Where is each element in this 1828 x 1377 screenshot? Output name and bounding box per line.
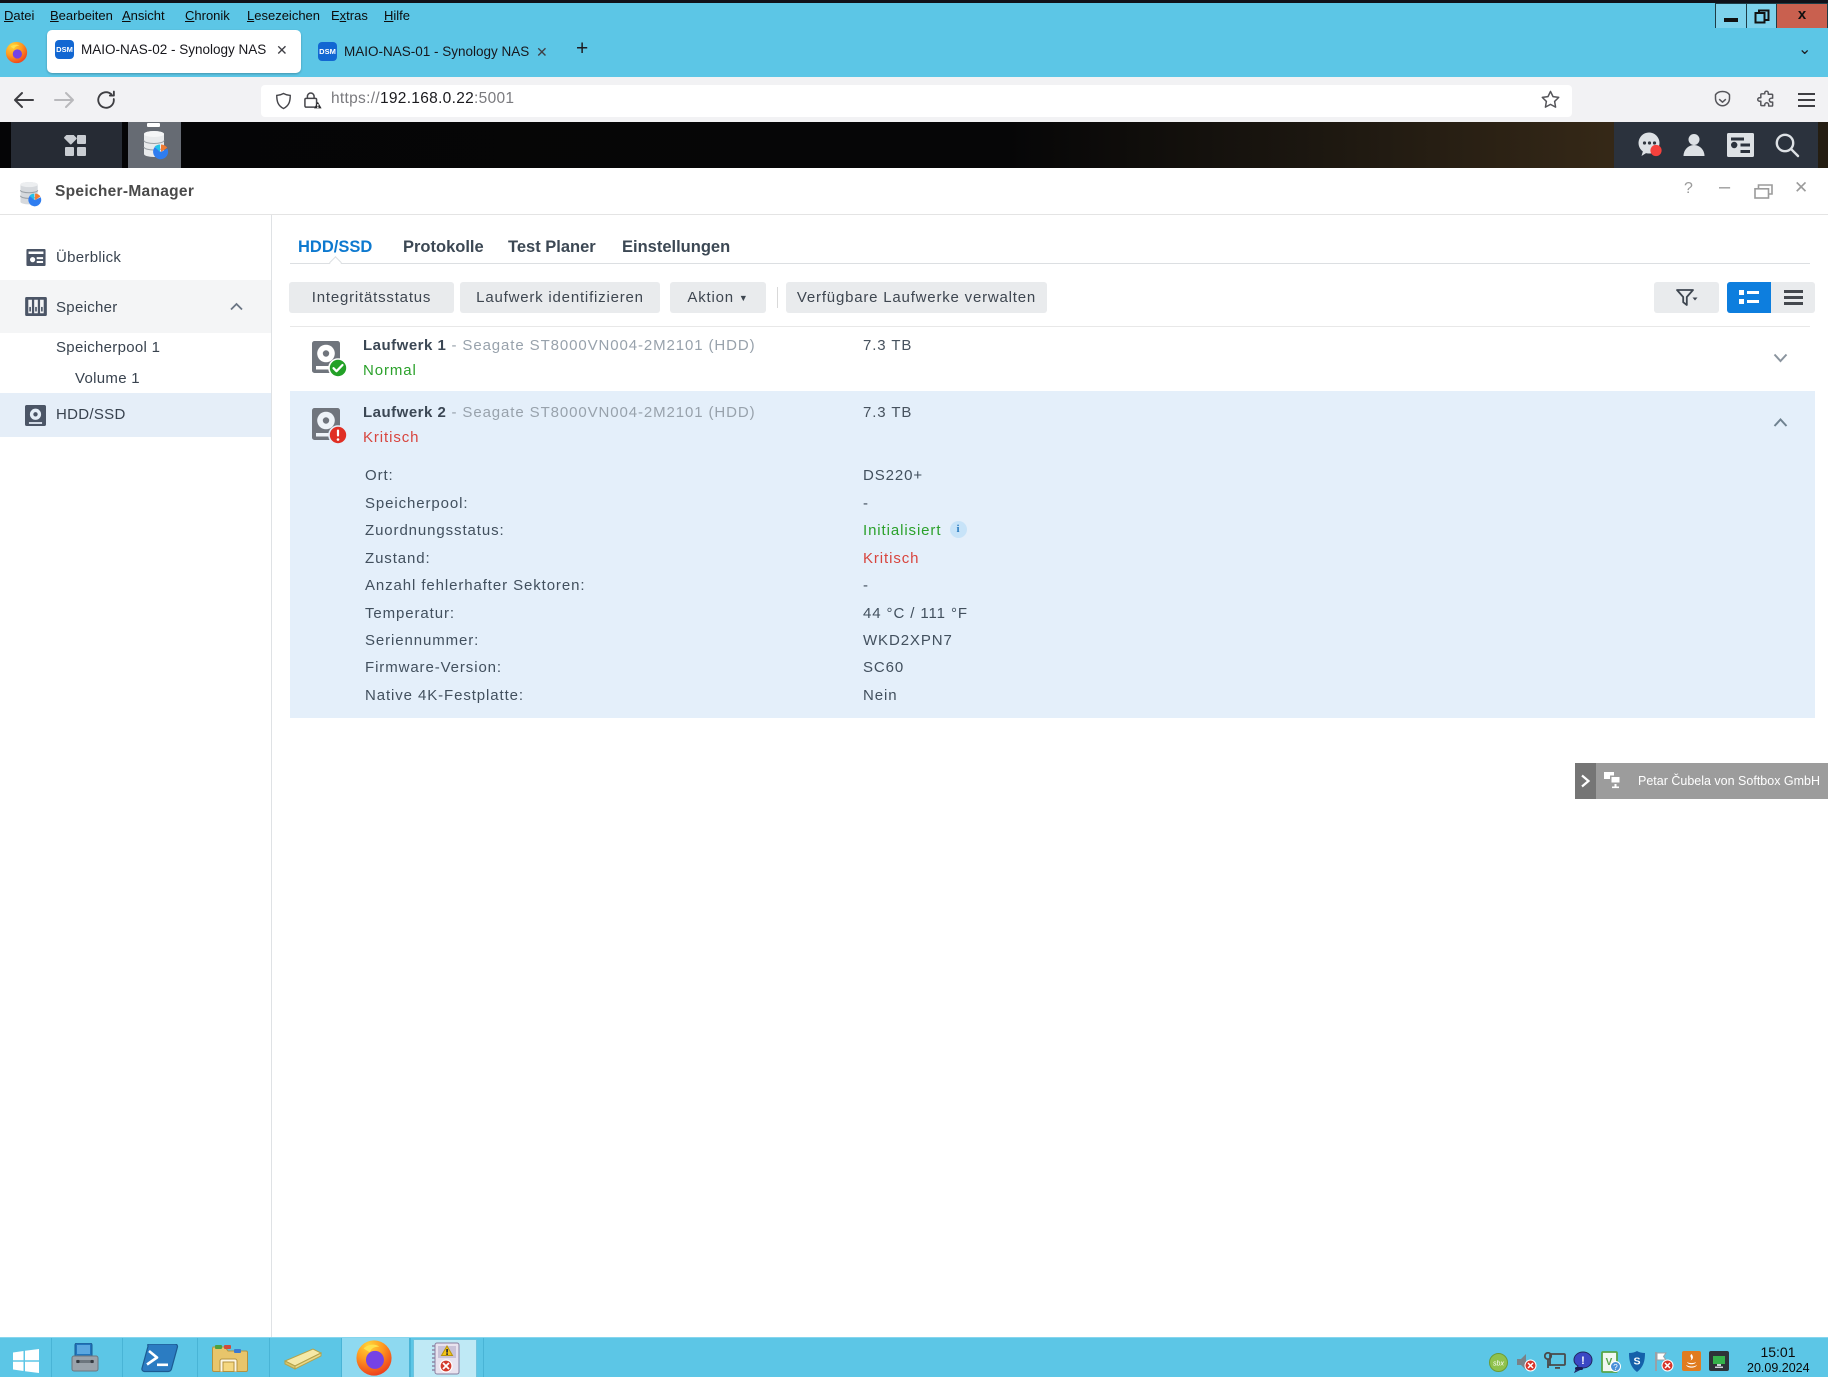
svg-text:S: S [1633, 1356, 1640, 1368]
svg-text:!: ! [1581, 1355, 1585, 1367]
svg-text:sbx: sbx [1493, 1361, 1504, 1368]
svg-text:?: ? [1613, 1363, 1618, 1372]
